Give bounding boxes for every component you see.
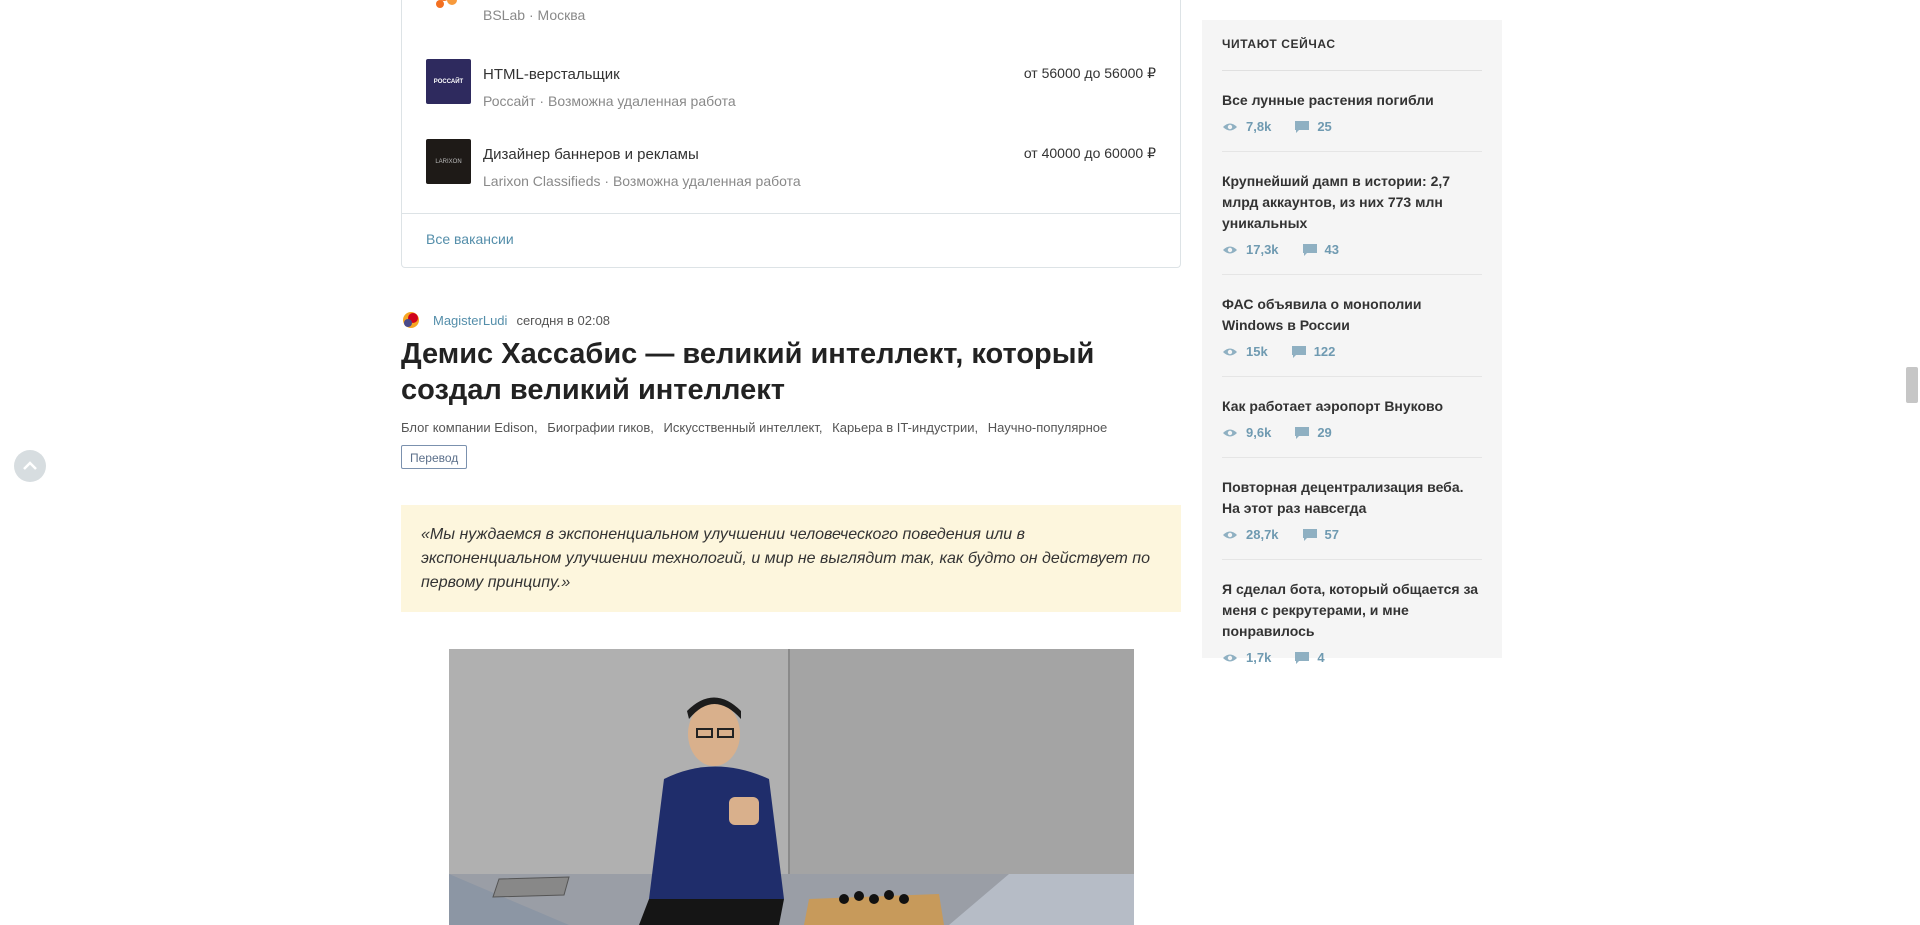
comment-icon: [1295, 426, 1310, 439]
comments-count[interactable]: 29: [1295, 425, 1332, 440]
comments-count[interactable]: 4: [1295, 650, 1325, 665]
translation-badge[interactable]: Перевод: [401, 445, 468, 469]
views-count: 7,8k: [1222, 119, 1271, 134]
reading-now-sidebar: ЧИТАЮТ СЕЙЧАС Все лунные растения погибл…: [1202, 20, 1502, 665]
comments-count[interactable]: 43: [1302, 242, 1339, 257]
author-avatar[interactable]: [401, 310, 421, 330]
article-quote: «Мы нуждаемся в экспоненциальном улучшен…: [401, 505, 1181, 612]
post-stats: 9,6k 29: [1222, 425, 1482, 440]
sidebar-post-title[interactable]: Как работает аэропорт Внуково: [1222, 396, 1482, 417]
eye-icon: [1223, 654, 1237, 661]
eye-icon: [1223, 429, 1237, 436]
article-photo: [449, 649, 1134, 925]
sidebar-post[interactable]: ФАС объявила о монополии Windows в Росси…: [1222, 275, 1482, 377]
post-stats: 15k 122: [1222, 344, 1482, 359]
sidebar-post-title[interactable]: Все лунные растения погибли: [1222, 90, 1482, 111]
comment-icon: [1302, 528, 1317, 541]
sidebar-post-title[interactable]: ФАС объявила о монополии Windows в Росси…: [1222, 294, 1482, 336]
vacancy-salary: от 56000 до 56000 ₽: [1023, 65, 1156, 81]
views-count: 9,6k: [1222, 425, 1271, 440]
comment-icon: [1295, 120, 1310, 133]
sidebar-post[interactable]: Я сделал бота, который общается за меня …: [1222, 560, 1482, 682]
sidebar-post[interactable]: Повторная децентрализация веба. На этот …: [1222, 458, 1482, 560]
views-count: 28,7k: [1222, 527, 1279, 542]
vacancy-item[interactable]: LARIXON Дизайнер баннеров и рекламы от 4…: [426, 139, 1156, 189]
scroll-to-top-button[interactable]: [14, 450, 46, 482]
sidebar-title: ЧИТАЮТ СЕЙЧАС: [1222, 20, 1482, 71]
sidebar-post[interactable]: Крупнейший дамп в истории: 2,7 млрд акка…: [1222, 152, 1482, 275]
all-vacancies-link[interactable]: Все вакансии: [426, 231, 514, 247]
sidebar-post[interactable]: Как работает аэропорт Внуково 9,6k 29: [1222, 377, 1482, 458]
comment-icon: [1291, 345, 1306, 358]
vacancy-meta: Larixon Classifieds · Возможна удаленная…: [483, 173, 801, 189]
post-stats: 17,3k 43: [1222, 242, 1482, 257]
company-logo: [426, 0, 471, 18]
sidebar-post-title[interactable]: Крупнейший дамп в истории: 2,7 млрд акка…: [1222, 171, 1482, 234]
vacancy-meta: Россайт · Возможна удаленная работа: [483, 93, 736, 109]
chevron-up-icon: [23, 461, 37, 470]
vacancy-company: Larixon Classifieds: [483, 173, 601, 189]
sidebar-post-title[interactable]: Повторная децентрализация веба. На этот …: [1222, 477, 1482, 519]
vacancy-title[interactable]: Дизайнер баннеров и рекламы: [483, 146, 699, 163]
vacancy-company: Россайт: [483, 93, 536, 109]
post-stats: 7,8k 25: [1222, 119, 1482, 134]
hub-link[interactable]: Научно-популярное: [988, 420, 1108, 435]
eye-icon: [1223, 246, 1237, 253]
author-link[interactable]: MagisterLudi: [433, 313, 507, 328]
eye-icon: [1223, 531, 1237, 538]
post-meta: MagisterLudi сегодня в 02:08: [401, 310, 610, 330]
vacancy-location: Возможна удаленная работа: [547, 93, 736, 109]
views-count: 15k: [1222, 344, 1268, 359]
page-scrollbar-thumb[interactable]: [1906, 367, 1918, 403]
vacancy-location: Возможна удаленная работа: [612, 173, 801, 189]
eye-icon: [1223, 123, 1237, 130]
comments-count[interactable]: 25: [1295, 119, 1332, 134]
comment-icon: [1302, 243, 1317, 256]
vacancy-item[interactable]: РОССАЙТ HTML-верстальщик от 56000 до 560…: [426, 59, 1156, 109]
hub-link[interactable]: Карьера в IT-индустрии,: [832, 420, 978, 435]
post-stats: 28,7k 57: [1222, 527, 1482, 542]
vacancy-location: Москва: [537, 7, 586, 23]
vacancy-meta: BSLab · Москва: [483, 7, 586, 23]
comments-count[interactable]: 122: [1291, 344, 1335, 359]
sidebar-post-title[interactable]: Я сделал бота, который общается за меня …: [1222, 579, 1482, 642]
post-stats: 1,7k 4: [1222, 650, 1482, 665]
company-logo: LARIXON: [426, 139, 471, 184]
post-time: сегодня в 02:08: [516, 312, 611, 328]
post-hubs: Блог компании Edison, Биографии гиков, И…: [401, 420, 1113, 435]
eye-icon: [1223, 348, 1237, 355]
hub-link[interactable]: Блог компании Edison,: [401, 420, 538, 435]
company-logo: РОССАЙТ: [426, 59, 471, 104]
hub-link[interactable]: Искусственный интеллект,: [664, 420, 823, 435]
views-count: 17,3k: [1222, 242, 1279, 257]
comments-count[interactable]: 57: [1302, 527, 1339, 542]
vacancies-footer: Все вакансии: [402, 213, 1180, 267]
views-count: 1,7k: [1222, 650, 1271, 665]
comment-icon: [1295, 651, 1310, 664]
vacancy-item[interactable]: BSLab · Москва: [426, 0, 1156, 23]
vacancy-company: BSLab: [483, 7, 526, 23]
hub-link[interactable]: Биографии гиков,: [547, 420, 654, 435]
sidebar-post[interactable]: Все лунные растения погибли 7,8k 25: [1222, 71, 1482, 152]
vacancy-salary: от 40000 до 60000 ₽: [1023, 145, 1156, 161]
vacancy-title[interactable]: HTML-верстальщик: [483, 66, 620, 83]
post-title[interactable]: Демис Хассабис — великий интеллект, кото…: [401, 336, 1181, 408]
vacancies-widget: BSLab · Москва РОССАЙТ HTML-верстальщик …: [401, 0, 1181, 268]
